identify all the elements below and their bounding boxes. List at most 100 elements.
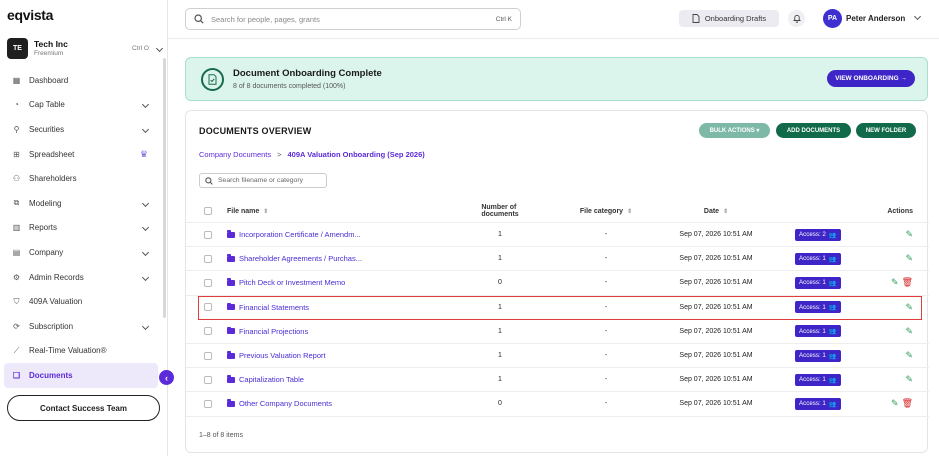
user-name[interactable]: Peter Anderson: [846, 14, 905, 23]
file-name-link[interactable]: Financial Statements: [227, 296, 309, 319]
edit-icon[interactable]: ✎: [905, 326, 913, 337]
table-row: Other Company Documents 0 - Sep 07, 2026 10…: [186, 392, 929, 417]
banner-title: Document Onboarding Complete: [233, 68, 382, 79]
sort-icon[interactable]: ⇕: [723, 208, 728, 215]
sidebar-item-cap-table[interactable]: ◔ Cap Table: [0, 93, 162, 118]
table-row: Shareholder Agreements / Purchas... 1 - Sep…: [186, 247, 929, 272]
column-header-file-name[interactable]: File name ⇕: [227, 200, 268, 222]
contact-success-team-button[interactable]: Contact Success Team: [7, 395, 160, 421]
new-folder-button[interactable]: NEW FOLDER: [856, 123, 916, 138]
file-name-link[interactable]: Other Company Documents: [227, 392, 332, 415]
sidebar-item-dashboard[interactable]: ▦ Dashboard: [0, 68, 162, 93]
org-avatar: TE: [7, 37, 28, 59]
sidebar-item-label: Admin Records: [29, 272, 84, 282]
file-name-link[interactable]: Pitch Deck or Investment Memo: [227, 271, 345, 294]
onboarding-drafts-label: Onboarding Drafts: [704, 14, 767, 23]
access-badge[interactable]: Access: 2 👥: [795, 228, 841, 241]
chevron-down-icon[interactable]: [141, 322, 150, 330]
sidebar-item-subscription[interactable]: ⟳ Subscription: [0, 314, 162, 339]
edit-icon[interactable]: ✎: [891, 398, 899, 409]
file-search-input[interactable]: Search filename or category: [199, 173, 327, 188]
file-name-link[interactable]: Financial Projections: [227, 320, 308, 343]
file-name-link[interactable]: Previous Valuation Report: [227, 344, 326, 367]
sidebar-item-company[interactable]: ▤ Company: [0, 240, 162, 265]
edit-icon[interactable]: ✎: [905, 302, 913, 313]
column-header-category[interactable]: File category ⇕: [576, 200, 636, 222]
chevron-down-icon[interactable]: [141, 273, 150, 281]
row-checkbox[interactable]: [204, 278, 212, 287]
sidebar-item-spreadsheet[interactable]: ⊞ Spreadsheet ♛: [0, 142, 162, 167]
document-count: 1: [498, 376, 502, 384]
file-name-link[interactable]: Capitalization Table: [227, 368, 304, 391]
sidebar-item-documents[interactable]: ❏ Documents: [4, 363, 158, 388]
edit-icon[interactable]: ✎: [891, 277, 899, 288]
folder-icon: [227, 254, 235, 262]
global-search-input[interactable]: Search for people, pages, grants Ctrl K: [185, 8, 521, 30]
bulk-actions-button[interactable]: BULK ACTIONS ▾: [699, 123, 770, 138]
row-checkbox[interactable]: [204, 230, 212, 239]
chevron-down-icon: [155, 44, 164, 52]
row-checkbox[interactable]: [204, 375, 212, 384]
chevron-down-icon[interactable]: [913, 12, 922, 21]
collapse-sidebar-button[interactable]: ‹: [159, 370, 174, 385]
sidebar-item-reports[interactable]: ▥ Reports: [0, 216, 162, 241]
onboarding-drafts-button[interactable]: Onboarding Drafts: [679, 10, 779, 27]
sort-icon[interactable]: ⇕: [627, 208, 632, 215]
sidebar-item-securities[interactable]: ⚲ Securities: [0, 117, 162, 142]
column-header-date[interactable]: Date ⇕: [656, 200, 776, 222]
user-avatar[interactable]: PA: [823, 9, 842, 28]
search-icon: [194, 14, 204, 24]
chevron-down-icon[interactable]: [141, 224, 150, 232]
file-search-placeholder: Search filename or category: [218, 177, 304, 184]
access-badge[interactable]: Access: 1 👥: [795, 325, 841, 338]
view-onboarding-button[interactable]: VIEW ONBOARDING →: [827, 70, 915, 87]
org-switcher[interactable]: TE Tech Inc Freemium Ctrl O: [7, 36, 164, 60]
select-all-checkbox[interactable]: [204, 207, 212, 215]
edit-icon[interactable]: ✎: [905, 229, 913, 240]
chevron-down-icon[interactable]: [141, 199, 150, 207]
edit-icon[interactable]: ✎: [905, 374, 913, 385]
access-badge[interactable]: Access: 1 👥: [795, 349, 841, 362]
org-shortcut: Ctrl O: [132, 44, 149, 52]
file-name-link[interactable]: Incorporation Certificate / Amendm...: [227, 223, 361, 246]
sort-icon[interactable]: ⇕: [263, 208, 268, 215]
row-checkbox[interactable]: [204, 254, 212, 263]
row-checkbox[interactable]: [204, 351, 212, 360]
table-header: File name ⇕ Number of documents File cate…: [186, 200, 929, 223]
sidebar-item-real-time-valuation[interactable]: ⟋ Real-Time Valuation®: [0, 339, 162, 364]
breadcrumb-root[interactable]: Company Documents: [199, 150, 271, 159]
access-badge[interactable]: Access: 1 👥: [795, 301, 841, 314]
sidebar-item-modeling[interactable]: ⧉ Modeling: [0, 191, 162, 216]
table-row: Pitch Deck or Investment Memo 0 - Sep 07, 2…: [186, 271, 929, 296]
table-row: Incorporation Certificate / Amendm... 1 - S…: [186, 223, 929, 248]
chevron-down-icon[interactable]: [141, 101, 150, 109]
row-checkbox[interactable]: [204, 303, 212, 312]
access-badge[interactable]: Access: 1 👥: [795, 276, 841, 289]
edit-icon[interactable]: ✎: [905, 350, 913, 361]
users-icon: 👥: [828, 255, 837, 263]
sidebar-scrollbar[interactable]: [163, 58, 166, 318]
access-badge[interactable]: Access: 1 👥: [795, 373, 841, 386]
add-documents-button[interactable]: ADD DOCUMENTS: [776, 123, 851, 138]
chevron-down-icon[interactable]: [141, 248, 150, 256]
notifications-button[interactable]: [788, 10, 805, 27]
users-icon: 👥: [828, 400, 837, 408]
shareholders-icon: ⚇: [12, 174, 21, 184]
access-badge[interactable]: Access: 1 👥: [795, 397, 841, 410]
sidebar-item-admin-records[interactable]: ⚙ Admin Records: [0, 265, 162, 290]
file-date: Sep 07, 2026 10:51 AM: [679, 255, 753, 263]
file-name-link[interactable]: Shareholder Agreements / Purchas...: [227, 247, 362, 270]
trash-icon[interactable]: 🗑: [902, 277, 913, 288]
row-checkbox[interactable]: [204, 399, 212, 408]
securities-icon: ⚲: [13, 124, 20, 134]
edit-icon[interactable]: ✎: [905, 253, 913, 264]
access-badge[interactable]: Access: 1 👥: [795, 252, 841, 265]
trash-icon[interactable]: 🗑: [902, 398, 913, 409]
folder-icon: [227, 399, 235, 407]
app-logo[interactable]: eqvista: [7, 7, 53, 23]
sidebar-item-409a-valuation[interactable]: ⛉ 409A Valuation: [0, 289, 162, 314]
chevron-down-icon[interactable]: [141, 125, 150, 134]
file-category: -: [604, 255, 608, 263]
sidebar-item-shareholders[interactable]: ⚇ Shareholders: [0, 166, 162, 191]
row-checkbox[interactable]: [204, 327, 212, 336]
